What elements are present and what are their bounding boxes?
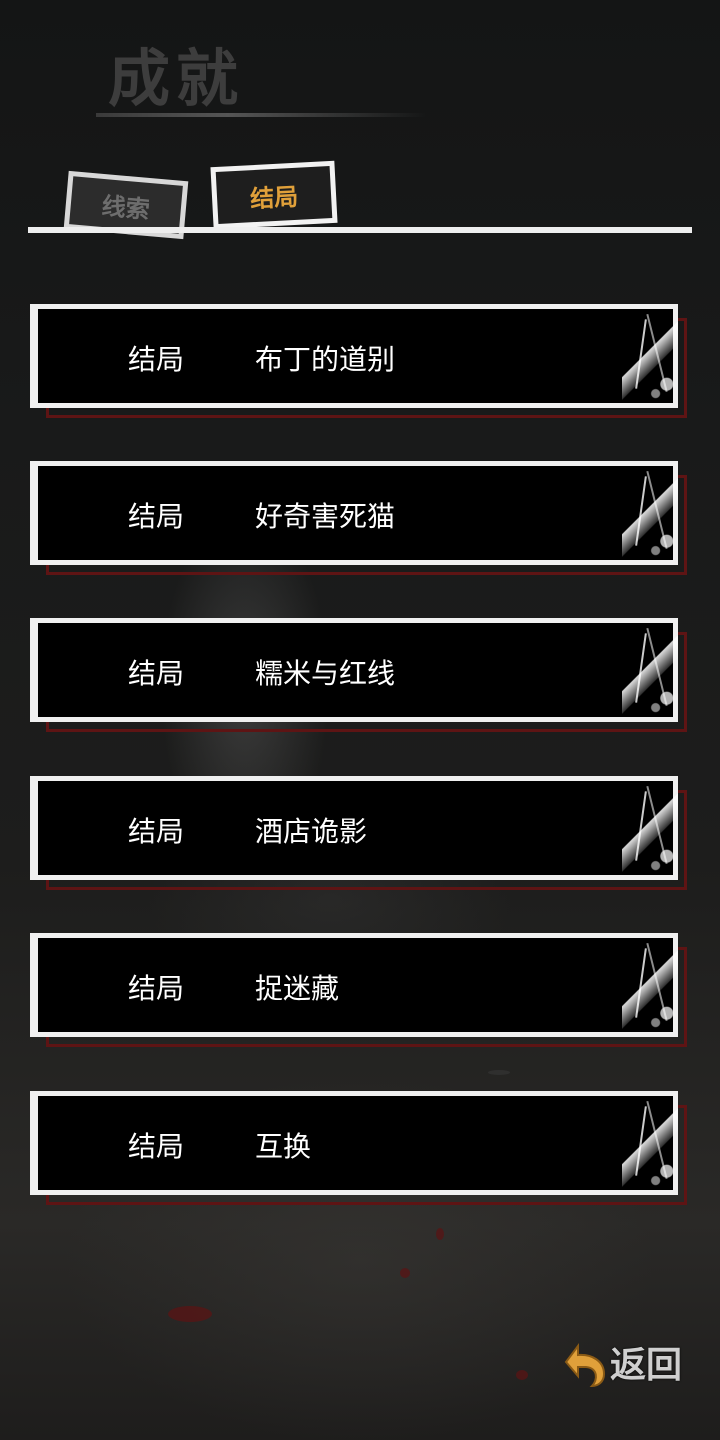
- tab-label: 线索: [100, 191, 151, 224]
- grunge-decoration: [622, 623, 678, 717]
- blood-splatter: [168, 1306, 212, 1322]
- grunge-decoration: [622, 938, 678, 1032]
- grunge-decoration: [622, 466, 678, 560]
- ending-card[interactable]: 结局 布丁的道别: [30, 304, 690, 422]
- blood-splatter: [488, 1070, 510, 1075]
- grunge-decoration: [622, 781, 678, 875]
- ending-name: 互换: [255, 1130, 312, 1163]
- blood-splatter: [516, 1370, 528, 1380]
- tab-endings[interactable]: 结局: [210, 160, 338, 230]
- return-arrow-icon: [564, 1343, 606, 1388]
- blood-splatter: [436, 1228, 444, 1240]
- ending-type-label: 结局: [128, 500, 185, 533]
- ending-card[interactable]: 结局 捉迷藏: [30, 933, 690, 1051]
- ending-type-label: 结局: [128, 343, 185, 376]
- ending-name: 捉迷藏: [255, 972, 340, 1005]
- ending-card[interactable]: 结局 糯米与红线: [30, 618, 690, 736]
- ending-name: 好奇害死猫: [255, 500, 396, 533]
- blood-splatter: [400, 1268, 410, 1278]
- ending-card[interactable]: 结局 好奇害死猫: [30, 461, 690, 579]
- grunge-decoration: [622, 309, 678, 403]
- title-underline: [96, 113, 426, 117]
- back-label: 返回: [610, 1345, 683, 1386]
- grunge-decoration: [622, 1096, 678, 1190]
- ending-name: 布丁的道别: [255, 343, 396, 376]
- ending-card[interactable]: 结局 互换: [30, 1091, 690, 1209]
- ending-type-label: 结局: [128, 972, 185, 1005]
- back-button[interactable]: 返回: [556, 1334, 682, 1390]
- tab-label: 结局: [249, 182, 299, 213]
- ending-type-label: 结局: [128, 657, 185, 690]
- ending-type-label: 结局: [128, 1130, 185, 1163]
- page-title: 成就: [108, 42, 245, 115]
- ending-name: 糯米与红线: [255, 657, 396, 690]
- ending-type-label: 结局: [128, 815, 185, 848]
- tab-divider: [28, 227, 692, 233]
- ending-name: 酒店诡影: [255, 815, 368, 848]
- ending-card[interactable]: 结局 酒店诡影: [30, 776, 690, 894]
